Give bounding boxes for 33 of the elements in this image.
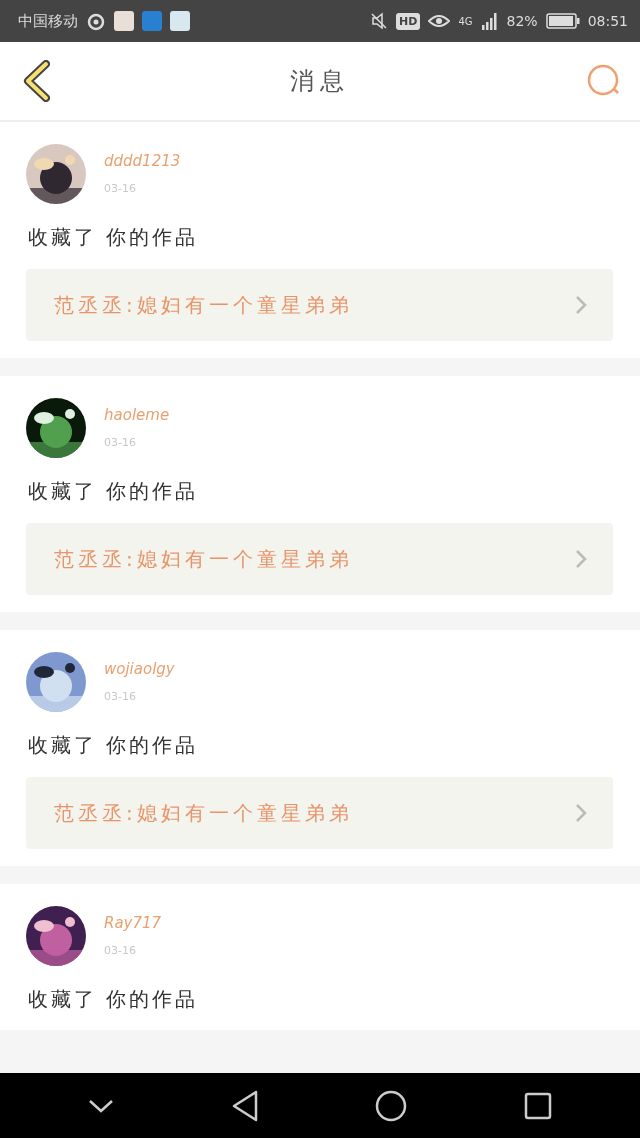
chevron-right-icon	[575, 295, 587, 315]
message-text: 收藏了 你的作品	[28, 986, 200, 1013]
app-icon	[114, 11, 134, 31]
hd-badge: HD	[396, 12, 421, 30]
app-icon	[142, 11, 162, 31]
eye-icon	[428, 13, 451, 29]
chevron-right-icon	[575, 803, 587, 823]
work-link[interactable]: 范丞丞:媳妇有一个童星弟弟	[26, 269, 613, 341]
battery-percent: 82%	[506, 13, 538, 29]
network-type: 4G	[458, 15, 473, 27]
page-title: 消息	[290, 66, 350, 97]
message-text: 收藏了 你的作品	[28, 478, 200, 505]
home-circle-icon[interactable]	[375, 1089, 408, 1122]
recents-square-icon[interactable]	[523, 1091, 552, 1120]
chevron-down-icon[interactable]	[88, 1097, 115, 1114]
message-text: 收藏了 你的作品	[28, 732, 200, 759]
back-triangle-icon[interactable]	[230, 1089, 259, 1122]
user-name[interactable]: Ray717	[104, 914, 162, 932]
app-icon	[170, 11, 190, 31]
signal-icon	[480, 12, 499, 30]
work-link[interactable]: 范丞丞:媳妇有一个童星弟弟	[26, 523, 613, 595]
chevron-right-icon	[575, 549, 587, 569]
mute-icon	[370, 12, 389, 30]
message-text: 收藏了 你的作品	[28, 224, 200, 251]
back-icon	[22, 60, 50, 102]
spiral-icon	[86, 11, 106, 31]
clock-time: 08:51	[587, 13, 628, 29]
work-link[interactable]: 范丞丞:媳妇有一个童星弟弟	[26, 777, 613, 849]
battery-icon	[545, 13, 580, 29]
user-name[interactable]: haoleme	[104, 406, 170, 424]
carrier-name: 中国移动	[18, 11, 78, 31]
user-name[interactable]: wojiaolgy	[104, 660, 175, 678]
user-name[interactable]: dddd1213	[104, 152, 181, 170]
